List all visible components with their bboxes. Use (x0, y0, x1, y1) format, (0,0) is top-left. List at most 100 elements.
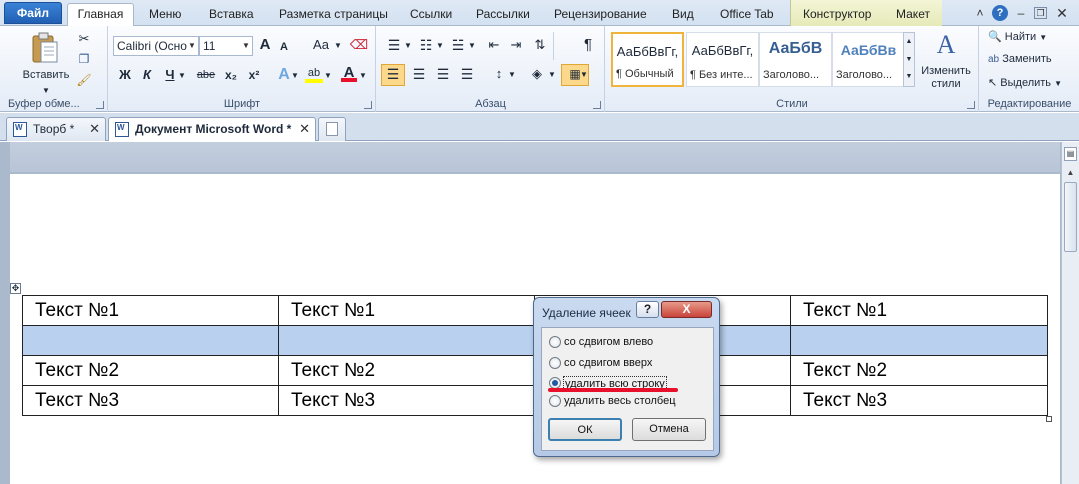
vertical-scrollbar[interactable]: ▤ ▲ (1061, 142, 1079, 484)
copy-icon[interactable]: ❐ (76, 50, 92, 70)
radio-shift-left-dot[interactable] (549, 336, 561, 348)
line-spacing-dropdown-icon[interactable]: ▼ (507, 66, 517, 86)
line-spacing-icon[interactable]: ↕ (489, 65, 509, 85)
select-button[interactable]: ↖ Выделить ▼ (988, 76, 1062, 89)
table-move-handle-icon[interactable]: ✥ (10, 283, 21, 294)
font-launcher-icon[interactable] (364, 101, 372, 109)
style-heading-1[interactable]: АаБбВ Заголово... (759, 32, 832, 87)
font-color-icon[interactable]: A (341, 64, 357, 84)
close-tab-icon[interactable]: ✕ (89, 118, 100, 140)
styles-scroll[interactable]: ▲ ▼ ▼ (903, 32, 915, 87)
new-tab-button[interactable] (318, 117, 346, 141)
tab-office-tab[interactable]: Office Tab (716, 4, 778, 26)
align-center-icon[interactable]: ☰ (409, 65, 429, 85)
table-cell[interactable]: Текст №3 (790, 385, 1048, 416)
cancel-button[interactable]: Отмена (632, 418, 706, 441)
cut-icon[interactable]: ✂ (76, 30, 92, 50)
tab-mailings[interactable]: Рассылки (472, 4, 534, 26)
shading-icon[interactable]: ◈ (527, 65, 547, 85)
font-size-dropdown-icon[interactable]: ▼ (240, 37, 252, 55)
tab-layout[interactable]: Макет (892, 4, 934, 26)
scroll-up-icon[interactable]: ▲ (1063, 166, 1078, 180)
table-resize-handle[interactable] (1046, 416, 1052, 422)
doc-tab-tvorb[interactable]: Творб * ✕ (6, 117, 106, 141)
italic-button[interactable]: К (139, 66, 155, 86)
bullets-dropdown-icon[interactable]: ▼ (403, 37, 413, 57)
shrink-font-button[interactable]: A (277, 38, 291, 58)
radio-delete-column-dot[interactable] (549, 395, 561, 407)
grow-font-button[interactable]: A (257, 36, 273, 56)
align-left-icon[interactable]: ☰ (381, 64, 405, 86)
tab-page-layout[interactable]: Разметка страницы (275, 4, 392, 26)
table-cell[interactable]: Текст №2 (278, 355, 535, 386)
tab-menu[interactable]: Меню (145, 4, 185, 26)
increase-indent-icon[interactable]: ⇥ (507, 36, 525, 56)
find-button[interactable]: 🔍 Найти ▼ (988, 30, 1047, 43)
bullets-icon[interactable]: ☰ (385, 36, 403, 56)
select-dropdown-icon[interactable]: ▼ (1054, 79, 1062, 88)
justify-icon[interactable]: ☰ (457, 65, 477, 85)
styles-launcher-icon[interactable] (967, 101, 975, 109)
minimize-ribbon-icon[interactable]: ˄ (972, 5, 988, 21)
replace-button[interactable]: ab Заменить (988, 53, 1052, 65)
styles-more-icon[interactable]: ▼ (904, 69, 914, 85)
table-cell[interactable]: Текст №1 (278, 295, 535, 326)
change-case-button[interactable]: Aa (308, 36, 334, 56)
table-cell[interactable]: Текст №1 (790, 295, 1048, 326)
numbering-dropdown-icon[interactable]: ▼ (435, 37, 445, 57)
superscript-button[interactable]: x² (244, 66, 264, 86)
change-styles-icon[interactable]: A (926, 30, 966, 62)
table-cell[interactable] (22, 325, 279, 356)
table-cell[interactable]: Текст №3 (22, 385, 279, 416)
table-cell[interactable]: Текст №2 (22, 355, 279, 386)
style-heading-2[interactable]: АаБбВв Заголово... (832, 32, 905, 87)
doc-tab-active[interactable]: Документ Microsoft Word * ✕ (108, 117, 316, 141)
table-cell[interactable] (790, 325, 1048, 356)
subscript-button[interactable]: x₂ (221, 66, 241, 86)
show-marks-icon[interactable]: ¶ (579, 36, 597, 56)
help-icon[interactable]: ? (992, 5, 1008, 21)
multilevel-list-icon[interactable]: ☱ (449, 36, 467, 56)
styles-scroll-down-icon[interactable]: ▼ (904, 51, 914, 69)
clear-formatting-icon[interactable]: ⌫ (349, 36, 369, 56)
radio-shift-up-dot[interactable] (549, 357, 561, 369)
ok-button[interactable]: ОК (548, 418, 622, 441)
align-right-icon[interactable]: ☰ (433, 65, 453, 85)
multilevel-dropdown-icon[interactable]: ▼ (467, 37, 477, 57)
font-color-dropdown-icon[interactable]: ▼ (358, 67, 368, 87)
numbering-icon[interactable]: ☷ (417, 36, 435, 56)
underline-dropdown-icon[interactable]: ▼ (177, 67, 187, 87)
style-normal[interactable]: АаБбВвГг, ¶ Обычный (611, 32, 684, 87)
text-effects-dropdown-icon[interactable]: ▼ (290, 67, 300, 87)
styles-scroll-up-icon[interactable]: ▲ (904, 33, 914, 51)
tab-view[interactable]: Вид (668, 4, 698, 26)
table-cell[interactable]: Текст №3 (278, 385, 535, 416)
change-styles-button[interactable]: Изменить стили (917, 65, 975, 91)
borders-dropdown-icon[interactable]: ▼ (579, 66, 589, 86)
tab-references[interactable]: Ссылки (406, 4, 456, 26)
strikethrough-button[interactable]: abe (195, 66, 217, 86)
close-window-icon[interactable]: ✕ (1054, 5, 1070, 21)
shading-dropdown-icon[interactable]: ▼ (547, 66, 557, 86)
find-dropdown-icon[interactable]: ▼ (1039, 33, 1047, 42)
decrease-indent-icon[interactable]: ⇤ (485, 36, 503, 56)
sort-icon[interactable]: ⇅ (531, 36, 549, 56)
highlight-icon[interactable]: ab (305, 64, 323, 84)
highlight-dropdown-icon[interactable]: ▼ (323, 67, 333, 87)
tab-designer[interactable]: Конструктор (799, 4, 875, 26)
clipboard-launcher-icon[interactable] (96, 101, 104, 109)
paragraph-launcher-icon[interactable] (593, 101, 601, 109)
table-cell[interactable]: Текст №2 (790, 355, 1048, 386)
font-name-dropdown-icon[interactable]: ▼ (186, 37, 198, 55)
tab-home[interactable]: Главная (67, 3, 134, 27)
table-cell[interactable] (278, 325, 535, 356)
minimize-window-icon[interactable]: – (1013, 5, 1029, 21)
tab-review[interactable]: Рецензирование (550, 4, 651, 26)
dialog-close-button[interactable]: X (661, 301, 712, 318)
paste-icon[interactable] (30, 30, 60, 66)
ruler-toggle-icon[interactable]: ▤ (1064, 147, 1077, 161)
font-size-combo[interactable]: 11 ▼ (199, 36, 253, 56)
close-tab-icon[interactable]: ✕ (299, 118, 310, 140)
scroll-thumb[interactable] (1064, 182, 1077, 252)
bold-button[interactable]: Ж (117, 66, 133, 86)
